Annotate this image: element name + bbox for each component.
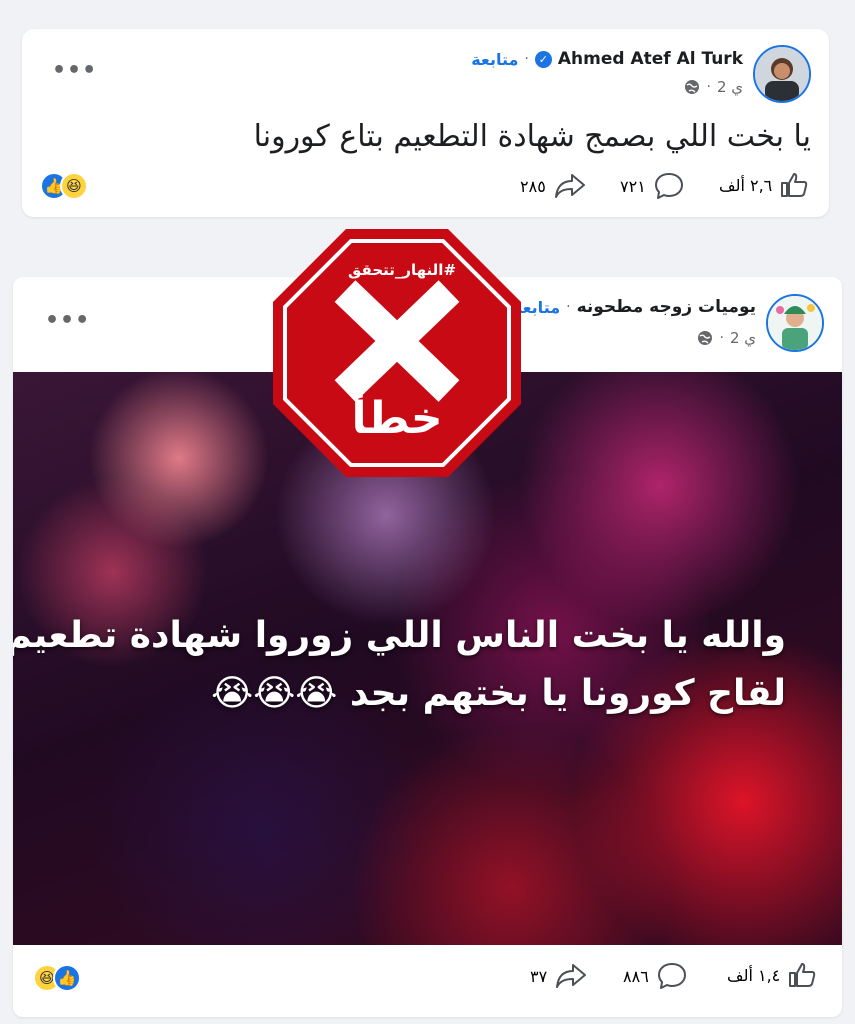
author-name[interactable]: Ahmed Atef Al Turk	[558, 49, 743, 69]
reactions-summary[interactable]: 👍 😆	[40, 172, 88, 200]
like-icon	[789, 963, 816, 987]
page-avatar[interactable]	[766, 294, 824, 352]
post-time[interactable]: 2 ي	[717, 78, 743, 96]
verified-icon: ✓	[534, 50, 552, 68]
share-count: ٢٨٥	[520, 176, 546, 196]
like-icon	[781, 173, 808, 197]
separator-dot: ·	[566, 299, 571, 315]
more-options-icon[interactable]: •••	[52, 60, 97, 82]
image-caption-line-2: لقاح كورونا يا بختهم بجد 😭😭😭	[211, 673, 786, 714]
more-options-icon[interactable]: •••	[45, 310, 90, 332]
stamp-verdict: خطأ	[351, 393, 443, 444]
post-header: متابعة · يوميات زوجه مطحونه	[513, 297, 756, 317]
post-card-1: متابعة · ✓ Ahmed Atef Al Turk · 2 ي ••• …	[22, 29, 829, 217]
like-count: ١,٤ ألف	[727, 965, 781, 985]
share-icon	[556, 964, 587, 988]
share-count: ٣٧	[530, 966, 548, 986]
image-caption: والله يا بخت الناس اللي زوروا شهادة تطعي…	[13, 607, 786, 723]
image-caption-line-1: والله يا بخت الناس اللي زوروا شهادة تطعي…	[13, 615, 786, 656]
like-reaction-icon: 👍	[53, 964, 81, 992]
globe-icon	[698, 331, 713, 345]
comment-button[interactable]: ٧٢١	[620, 172, 684, 200]
post-meta: · 2 ي	[684, 78, 743, 96]
like-button[interactable]: ٢,٦ ألف	[719, 172, 808, 198]
comment-count: ٧٢١	[620, 176, 646, 196]
fact-check-stamp: #النهار_تتحقق خطأ	[273, 229, 521, 477]
stamp-hashtag: #النهار_تتحقق	[348, 261, 457, 279]
globe-icon	[685, 80, 700, 94]
reactions-summary[interactable]: 😆 👍	[33, 964, 81, 992]
follow-link[interactable]: متابعة	[471, 50, 518, 69]
author-avatar[interactable]	[753, 45, 811, 103]
post-meta: · 2 ي	[697, 329, 756, 347]
post-time[interactable]: 2 ي	[730, 329, 756, 347]
share-button[interactable]: ٢٨٥	[520, 172, 586, 200]
separator-dot: ·	[524, 51, 529, 67]
comment-button[interactable]: ٨٨٦	[623, 962, 687, 990]
like-count: ٢,٦ ألف	[719, 175, 773, 195]
comment-icon	[654, 173, 683, 199]
haha-reaction-icon: 😆	[60, 172, 88, 200]
comment-icon	[657, 963, 686, 989]
post-text: يا بخت اللي بصمج شهادة التطعيم بتاع كورو…	[253, 119, 811, 154]
share-button[interactable]: ٣٧	[530, 962, 587, 990]
share-icon	[554, 174, 585, 198]
like-button[interactable]: ١,٤ ألف	[727, 962, 816, 988]
comment-count: ٨٨٦	[623, 966, 649, 986]
author-name[interactable]: يوميات زوجه مطحونه	[577, 297, 756, 317]
post-header: متابعة · ✓ Ahmed Atef Al Turk	[471, 49, 743, 69]
